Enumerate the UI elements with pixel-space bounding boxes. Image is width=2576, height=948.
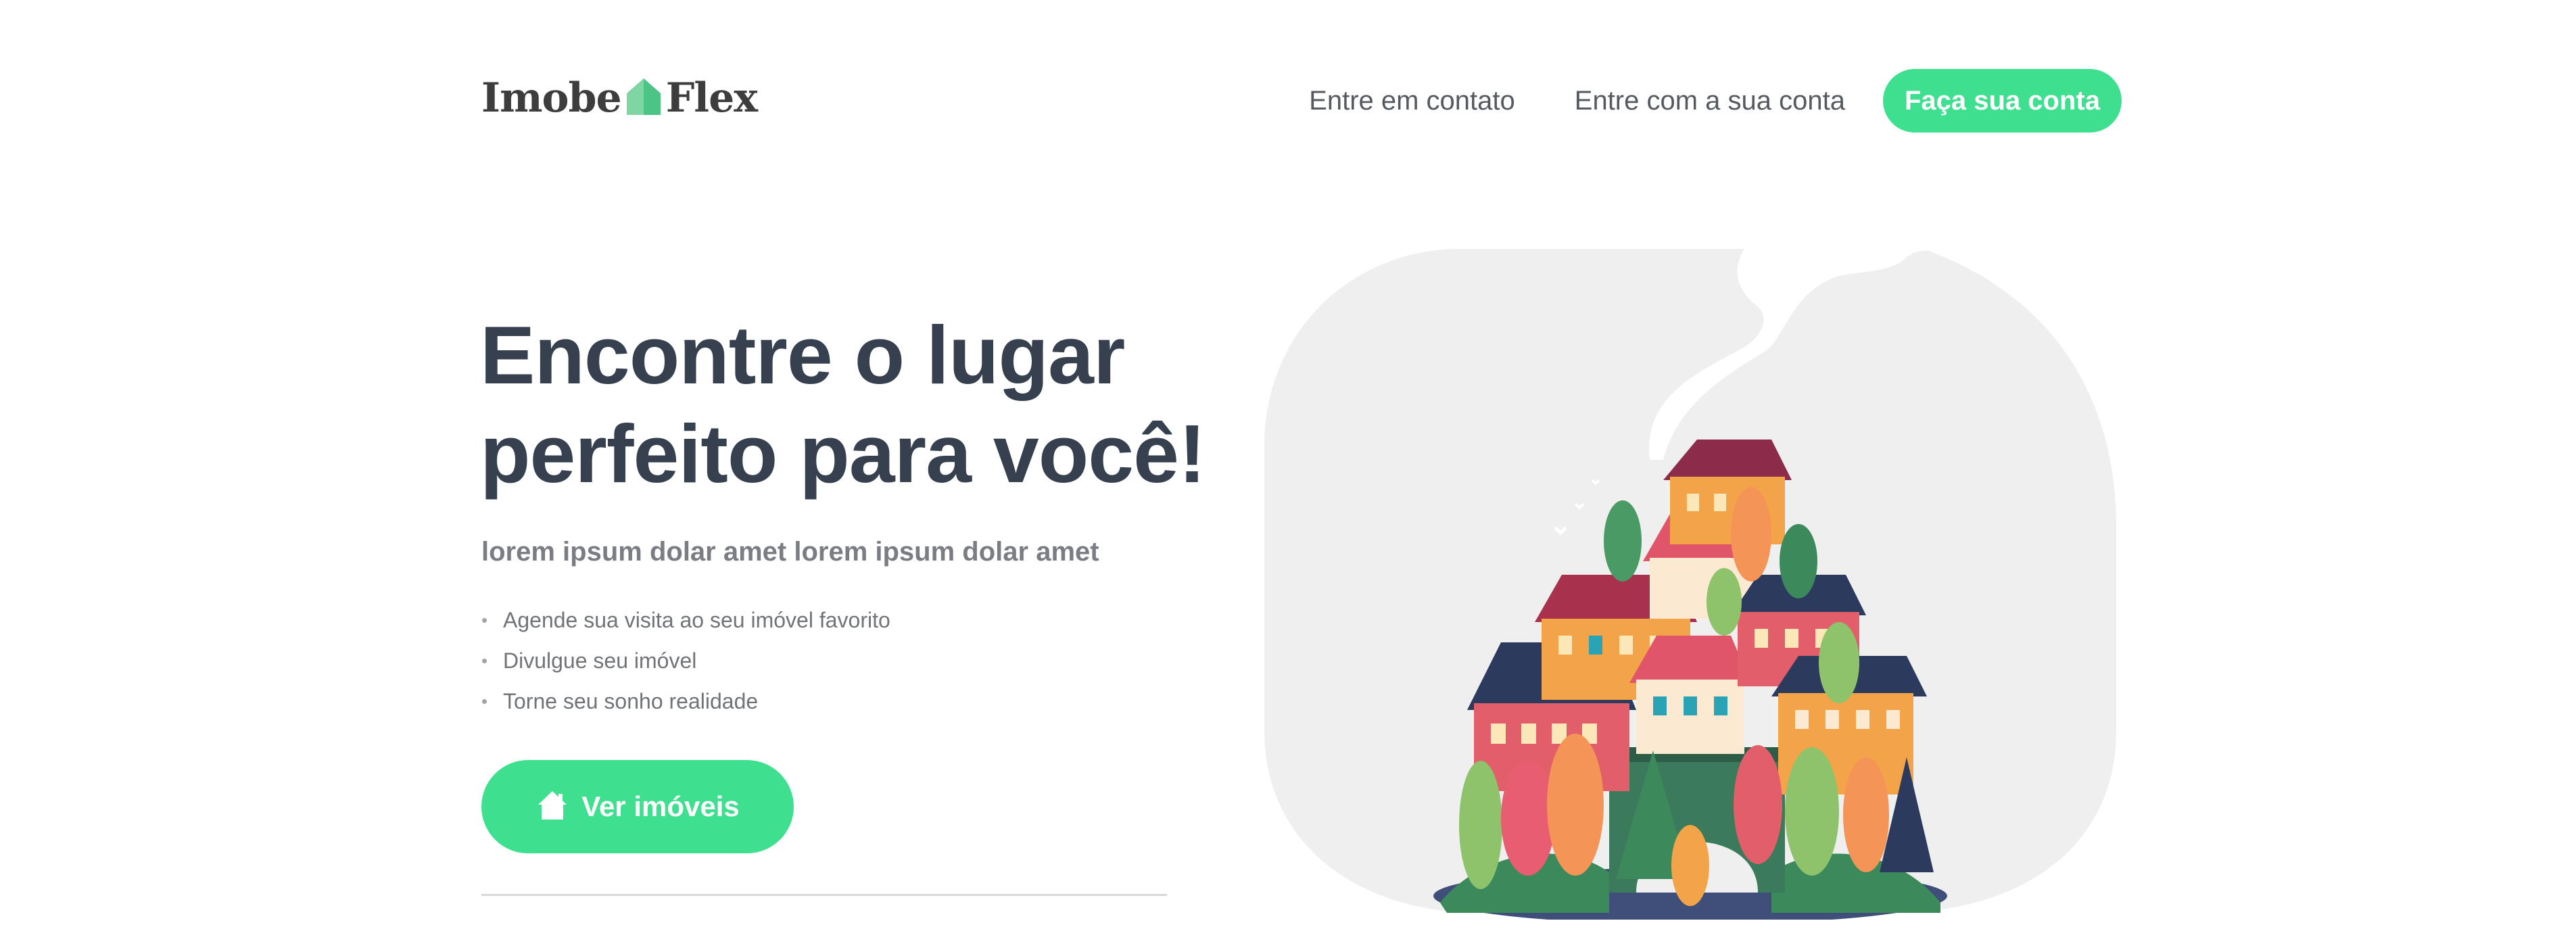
village-illustration: [1258, 243, 2123, 924]
feature-list: • Agende sua visita ao seu imóvel favori…: [481, 606, 890, 728]
feature-item: • Divulgue seu imóvel: [481, 646, 890, 687]
feature-text: Divulgue seu imóvel: [503, 648, 697, 673]
logo-text-imobe: Imobe: [481, 74, 622, 122]
signup-button[interactable]: Faça sua conta: [1882, 69, 2122, 133]
bullet-icon: •: [481, 650, 488, 671]
nav-login-link[interactable]: Entre com a sua conta: [1575, 86, 1845, 116]
bullet-icon: •: [481, 691, 488, 711]
top-nav: Entre em contato Entre com a sua conta F…: [1249, 69, 2122, 133]
hero-title: Encontre o lugar perfeito para você!: [480, 306, 1224, 503]
view-properties-button[interactable]: Ver imóveis: [481, 760, 794, 853]
hero-title-line1: Encontre o lugar: [480, 309, 1125, 401]
view-properties-label: Ver imóveis: [581, 790, 740, 822]
house-logo-icon: [626, 78, 661, 118]
logo[interactable]: Imobe Flex: [481, 74, 758, 122]
divider: [481, 894, 1167, 896]
hero-title-line2: perfeito para você!: [480, 408, 1206, 500]
feature-text: Torne seu sonho realidade: [503, 689, 759, 713]
feature-text: Agende sua visita ao seu imóvel favorito: [503, 608, 890, 632]
feature-item: • Agende sua visita ao seu imóvel favori…: [481, 606, 890, 646]
nav-contact-link[interactable]: Entre em contato: [1309, 86, 1515, 116]
hero-subtitle: lorem ipsum dolar amet lorem ipsum dolar…: [481, 537, 1099, 567]
feature-item: • Torne seu sonho realidade: [481, 687, 890, 728]
logo-text-flex: Flex: [665, 74, 758, 122]
bullet-icon: •: [481, 610, 488, 630]
home-icon: [535, 788, 569, 826]
